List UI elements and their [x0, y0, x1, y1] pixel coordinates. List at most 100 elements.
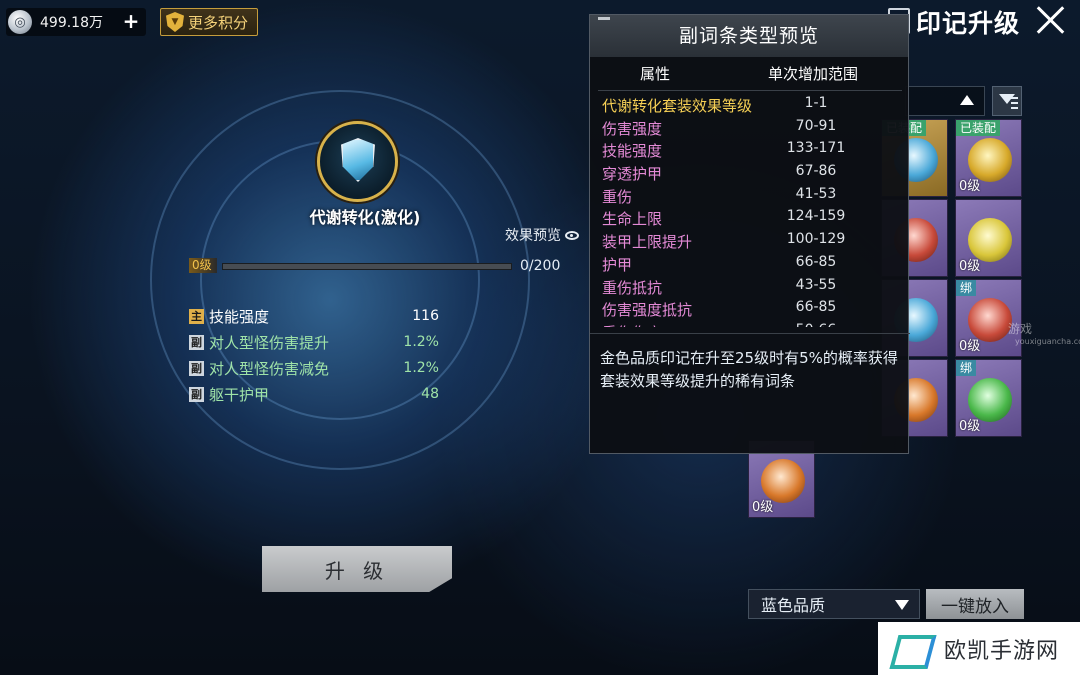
affix-row: 护甲 66-85: [590, 254, 910, 277]
header-divider: [598, 90, 902, 91]
brand-watermark: 欧凯手游网: [878, 622, 1080, 675]
sub-stat-icon: 副: [189, 334, 204, 350]
affix-range: 43-55: [795, 276, 837, 293]
slot-level: 0级: [752, 500, 774, 515]
stat-row: 主技能强度 116: [189, 305, 439, 327]
affix-name: 装甲上限提升: [602, 233, 693, 252]
popup-description: 金色品质印记在升至25级时有5%的概率获得套装效果等级提升的稀有词条: [600, 349, 898, 390]
filter-lines: [1011, 97, 1018, 99]
stat-value: 116: [412, 308, 439, 324]
stat-row: 副对人型怪伤害提升 1.2%: [189, 331, 439, 353]
sub-stat-icon: 副: [189, 360, 204, 376]
stat-label: 对人型怪伤害提升: [209, 333, 330, 352]
affix-range: 41-53: [795, 185, 837, 202]
bound-badge: 绑: [956, 280, 977, 296]
stat-row: 副对人型怪伤害减免 1.2%: [189, 357, 439, 379]
affix-range: 124-159: [786, 208, 846, 225]
effect-preview-button[interactable]: 效果预览: [505, 225, 579, 245]
affix-row: 重伤抵抗 43-55: [590, 277, 910, 300]
affix-name: 伤害强度: [602, 119, 663, 138]
affix-row: 伤害强度 70-91: [590, 118, 910, 141]
affix-preview-popup: 副词条类型预览 属性 单次增加范围 代谢转化套装效果等级 1-1 伤害强度 70-91…: [589, 14, 910, 454]
level-badge: 0级: [189, 258, 217, 273]
collapse-icon[interactable]: [598, 17, 610, 20]
main-stat-icon: 主: [189, 308, 204, 324]
sub-stat-icon: 副: [189, 386, 204, 402]
equipped-badge: 已装配: [956, 120, 1001, 136]
slot-level: 0级: [959, 419, 981, 434]
affix-list[interactable]: 代谢转化套装效果等级 1-1 伤害强度 70-91 技能强度 133-171 穿透护甲 67-…: [590, 95, 910, 327]
stat-value: 48: [421, 386, 439, 402]
affix-name: 穿透护甲: [602, 165, 663, 184]
stat-label: 技能强度: [209, 307, 270, 326]
sort-up-icon[interactable]: [960, 95, 974, 105]
watermark-url: youxiguancha.com: [1015, 337, 1080, 346]
close-icon[interactable]: [1034, 4, 1066, 36]
affix-name: 重伤抵抗: [602, 278, 663, 297]
affix-name: 重伤伤害: [602, 322, 662, 327]
affix-row: 代谢转化套装效果等级 1-1: [590, 95, 910, 118]
popup-title: 副词条类型预览: [590, 15, 908, 57]
affix-range: 70-91: [795, 117, 837, 134]
inventory-slot[interactable]: 已装配 0级: [955, 119, 1022, 197]
filter-icon: [999, 94, 1015, 104]
affix-row: 伤害强度抵抗 66-85: [590, 299, 910, 322]
stat-value: 1.2%: [403, 360, 439, 376]
affix-range: 66-85: [795, 299, 837, 316]
add-currency-button[interactable]: +: [120, 11, 142, 33]
inventory-slot[interactable]: 0级: [955, 199, 1022, 277]
one-click-add-button[interactable]: 一键放入: [926, 589, 1024, 619]
effect-preview-label: 效果预览: [505, 228, 561, 244]
stat-label: 躯干护甲: [209, 385, 270, 404]
eye-icon: [565, 230, 579, 240]
filter-button[interactable]: [992, 86, 1022, 116]
silver-coin-icon: ◎: [8, 10, 32, 34]
affix-name: 护甲: [602, 255, 633, 274]
affix-row: 生命上限 124-159: [590, 208, 910, 231]
affix-name: 重伤: [602, 187, 633, 206]
bound-badge: 绑: [956, 360, 977, 376]
page-title: 印记升级: [916, 9, 1021, 38]
affix-name: 技能强度: [602, 142, 663, 161]
chevron-down-icon: [895, 600, 909, 610]
quality-select[interactable]: 蓝色品质: [748, 589, 920, 619]
affix-row: 技能强度 133-171: [590, 140, 910, 163]
brand-name: 欧凯手游网: [944, 638, 1060, 664]
brand-logo-icon: [892, 631, 932, 667]
exp-progress-text: 0/200: [520, 258, 561, 274]
affix-name: 伤害强度抵抗: [602, 301, 693, 320]
affix-row: 穿透护甲 67-86: [590, 163, 910, 186]
quality-select-value: 蓝色品质: [761, 596, 826, 615]
popup-divider: [590, 333, 910, 334]
points-shield-icon: ▼: [166, 12, 184, 32]
more-points-label: 更多积分: [188, 13, 249, 32]
stat-row: 副躯干护甲 48: [189, 383, 439, 405]
stat-value: 1.2%: [403, 334, 439, 350]
exp-progress-bar: [222, 263, 512, 270]
shield-icon: [341, 138, 375, 182]
affix-name: 生命上限: [602, 210, 663, 229]
col-range-header: 单次增加范围: [768, 65, 859, 83]
stat-label: 对人型怪伤害减免: [209, 359, 330, 378]
currency-display: ◎ 499.18万 +: [6, 8, 146, 36]
item-name: 代谢转化(激化): [309, 208, 421, 227]
item-emblem: [317, 121, 398, 202]
more-points-button[interactable]: ▼ 更多积分: [160, 8, 258, 36]
affix-name: 代谢转化套装效果等级: [602, 97, 753, 115]
upgrade-button[interactable]: 升 级: [262, 546, 452, 592]
inventory-slot[interactable]: 绑 0级: [955, 359, 1022, 437]
slot-level: 0级: [959, 339, 981, 354]
currency-value: 499.18万: [40, 15, 103, 31]
affix-range: 50-66: [780, 322, 852, 327]
slot-level: 0级: [959, 259, 981, 274]
affix-row: 重伤伤害 50-66: [590, 322, 910, 327]
popup-column-headers: 属性 单次增加范围: [590, 63, 910, 87]
affix-row: 装甲上限提升 100-129: [590, 231, 910, 254]
affix-range: 66-85: [795, 253, 837, 270]
col-attr-header: 属性: [640, 65, 671, 83]
affix-range: 67-86: [795, 163, 837, 180]
affix-range: 133-171: [786, 140, 846, 157]
affix-row: 重伤 41-53: [590, 186, 910, 209]
affix-range: 100-129: [786, 231, 846, 248]
inventory-slot[interactable]: 绑 0级: [955, 279, 1022, 357]
